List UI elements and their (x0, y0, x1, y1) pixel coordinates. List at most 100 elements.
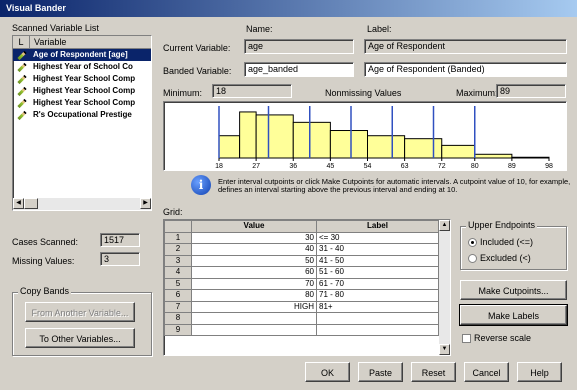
list-item[interactable]: Highest Year School Comp (13, 73, 151, 85)
row-number: 1 (164, 231, 192, 244)
table-row[interactable]: 6 80 71 - 80 (164, 289, 439, 302)
scroll-up-icon[interactable]: ▲ (439, 220, 450, 231)
cutpoint-value-cell[interactable]: 30 (191, 231, 317, 244)
banded-name-input[interactable]: age_banded (244, 62, 354, 77)
cutpoint-label-cell[interactable]: 31 - 40 (316, 243, 439, 256)
table-row[interactable]: 8 (164, 312, 439, 325)
grid-table: Value Label 1 30 <= 30 2 40 31 - 40 3 50 41 - 50… (164, 220, 439, 336)
cutpoint-label-cell[interactable]: 41 - 50 (316, 254, 439, 267)
make-labels-button[interactable]: Make Labels (459, 304, 568, 326)
table-row[interactable]: 4 60 51 - 60 (164, 266, 439, 279)
cutpoint-value-cell[interactable]: 40 (191, 243, 317, 256)
list-item[interactable]: R's Occupational Prestige (13, 109, 151, 121)
scanned-variable-list[interactable]: L Variable Age of Respondent [age] Highes… (12, 35, 152, 211)
scroll-thumb[interactable] (24, 198, 38, 209)
histogram-panel[interactable]: 18 27 36 45 54 63 72 80 89 98 (163, 101, 567, 171)
title-bar: Visual Bander (0, 0, 577, 17)
included-radio-label: Included (<=) (480, 237, 534, 247)
from-another-variable-button[interactable]: From Another Variable... (25, 302, 135, 322)
make-cutpoints-button[interactable]: Make Cutpoints... (460, 280, 567, 300)
reverse-scale-checkbox[interactable]: Reverse scale (462, 333, 531, 344)
cutpoint-label-cell[interactable]: 61 - 70 (316, 277, 439, 290)
missing-values-value: 3 (100, 252, 140, 266)
histogram-bar (367, 135, 406, 159)
list-item-label: Highest Year School Comp (33, 98, 136, 107)
row-number: 4 (164, 266, 192, 279)
banded-variable-label: Banded Variable: (163, 66, 232, 76)
excluded-radio-icon[interactable] (468, 254, 477, 264)
x-tick-label: 72 (438, 163, 446, 170)
cutpoint-value-cell[interactable]: 80 (191, 289, 317, 302)
x-tick-label: 98 (545, 163, 553, 170)
cutpoint-label-cell[interactable] (316, 312, 439, 325)
histogram-bar (404, 138, 443, 159)
cutpoint-label-cell[interactable]: 81+ (316, 300, 439, 313)
nonmissing-values-label: Nonmissing Values (325, 88, 402, 98)
to-other-variables-label: To Other Variables... (39, 334, 121, 344)
cutpoint-label-cell[interactable]: 51 - 60 (316, 266, 439, 279)
histogram-chart: 18 27 36 45 54 63 72 80 89 98 (215, 106, 553, 170)
minimum-value: 18 (212, 84, 292, 98)
included-radio-icon[interactable] (468, 238, 477, 248)
row-number: 3 (164, 254, 192, 267)
ok-button[interactable]: OK (305, 362, 350, 382)
cutpoint-value-cell[interactable] (191, 323, 317, 336)
help-button[interactable]: Help (517, 362, 562, 382)
cutpoint-value-cell[interactable]: 70 (191, 277, 317, 290)
cutpoint-grid[interactable]: Value Label 1 30 <= 30 2 40 31 - 40 3 50 41 - 50… (163, 219, 451, 356)
missing-values-label: Missing Values: (12, 256, 75, 266)
list-item-label: Highest Year School Comp (33, 74, 136, 83)
histogram-bar (329, 130, 368, 159)
excluded-radio[interactable]: Excluded (<) (468, 253, 531, 264)
cutpoint-label-cell[interactable] (316, 323, 439, 336)
scroll-right-icon[interactable]: ▶ (140, 198, 151, 209)
paste-button[interactable]: Paste (358, 362, 403, 382)
list-item-label: R's Occupational Prestige (33, 110, 132, 119)
to-other-variables-button[interactable]: To Other Variables... (25, 328, 135, 348)
x-tick-label: 36 (289, 163, 297, 170)
list-item[interactable]: Highest Year School Comp (13, 85, 151, 97)
list-item[interactable]: Highest Year School Comp (13, 97, 151, 109)
x-tick-label: 27 (252, 163, 260, 170)
table-row[interactable]: 7 HIGH 81+ (164, 300, 439, 313)
banded-label-input[interactable]: Age of Respondent (Banded) (364, 62, 567, 77)
list-item[interactable]: Highest Year of School Co (13, 61, 151, 73)
from-another-variable-label: From Another Variable... (31, 308, 129, 318)
ok-label: OK (320, 368, 334, 378)
col-l-header: L (13, 36, 30, 48)
pencil-icon (17, 74, 27, 84)
help-label: Help (530, 368, 549, 378)
scroll-left-icon[interactable]: ◀ (13, 198, 24, 209)
reset-label: Reset (421, 368, 446, 378)
table-row[interactable]: 9 (164, 323, 439, 336)
cutpoint-label-cell[interactable]: 71 - 80 (316, 289, 439, 302)
list-hscrollbar[interactable]: ◀ ▶ (13, 198, 151, 210)
cancel-button[interactable]: Cancel (464, 362, 509, 382)
reverse-scale-check-icon[interactable] (462, 334, 471, 344)
cutpoint-value-cell[interactable]: 50 (191, 254, 317, 267)
table-row[interactable]: 1 30 <= 30 (164, 231, 439, 244)
list-item[interactable]: Age of Respondent [age] (13, 49, 151, 61)
maximum-label: Maximum: (456, 88, 498, 98)
name-header: Name: (246, 24, 273, 34)
cutpoint-value-cell[interactable]: 60 (191, 266, 317, 279)
make-cutpoints-label: Make Cutpoints... (478, 286, 549, 296)
window-title: Visual Bander (6, 3, 66, 13)
grid-vscrollbar[interactable]: ▲ ▼ (439, 220, 450, 355)
cutpoint-label-cell[interactable]: <= 30 (316, 231, 439, 244)
copy-bands-label: Copy Bands (18, 286, 72, 296)
current-variable-label-field: Age of Respondent (364, 39, 567, 54)
table-row[interactable]: 2 40 31 - 40 (164, 243, 439, 256)
table-row[interactable]: 5 70 61 - 70 (164, 277, 439, 290)
reset-button[interactable]: Reset (411, 362, 456, 382)
col-variable-header: Variable (34, 37, 67, 47)
x-tick-label: 45 (326, 163, 334, 170)
scroll-down-icon[interactable]: ▼ (439, 344, 450, 355)
current-variable-label: Current Variable: (163, 43, 231, 53)
cutpoint-value-cell[interactable]: HIGH (191, 300, 317, 313)
cutpoint-value-cell[interactable] (191, 312, 317, 325)
included-radio[interactable]: Included (<=) (468, 237, 534, 248)
upper-endpoints-label: Upper Endpoints (466, 220, 538, 230)
list-item-label: Age of Respondent [age] (33, 50, 128, 59)
table-row[interactable]: 3 50 41 - 50 (164, 254, 439, 267)
